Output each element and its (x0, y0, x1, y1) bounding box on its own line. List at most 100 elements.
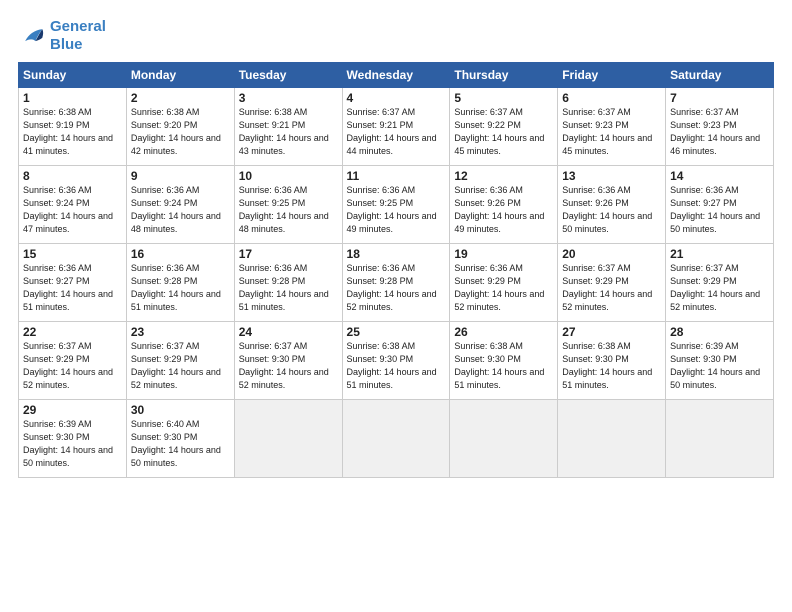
day-cell-24: 24 Sunrise: 6:37 AM Sunset: 9:30 PM Dayl… (234, 322, 342, 400)
day-info: Sunrise: 6:36 AM Sunset: 9:28 PM Dayligh… (239, 262, 338, 314)
empty-cell (666, 400, 774, 478)
day-info: Sunrise: 6:37 AM Sunset: 9:21 PM Dayligh… (347, 106, 446, 158)
day-cell-18: 18 Sunrise: 6:36 AM Sunset: 9:28 PM Dayl… (342, 244, 450, 322)
day-number: 15 (23, 247, 122, 261)
week-row-2: 8 Sunrise: 6:36 AM Sunset: 9:24 PM Dayli… (19, 166, 774, 244)
day-number: 2 (131, 91, 230, 105)
header-sunday: Sunday (19, 63, 127, 88)
day-cell-16: 16 Sunrise: 6:36 AM Sunset: 9:28 PM Dayl… (126, 244, 234, 322)
day-info: Sunrise: 6:37 AM Sunset: 9:22 PM Dayligh… (454, 106, 553, 158)
day-cell-14: 14 Sunrise: 6:36 AM Sunset: 9:27 PM Dayl… (666, 166, 774, 244)
day-number: 6 (562, 91, 661, 105)
header-friday: Friday (558, 63, 666, 88)
logo-text-blue: Blue (50, 36, 106, 54)
header-tuesday: Tuesday (234, 63, 342, 88)
day-info: Sunrise: 6:38 AM Sunset: 9:21 PM Dayligh… (239, 106, 338, 158)
day-cell-21: 21 Sunrise: 6:37 AM Sunset: 9:29 PM Dayl… (666, 244, 774, 322)
day-number: 26 (454, 325, 553, 339)
day-info: Sunrise: 6:36 AM Sunset: 9:24 PM Dayligh… (23, 184, 122, 236)
day-info: Sunrise: 6:36 AM Sunset: 9:25 PM Dayligh… (347, 184, 446, 236)
day-info: Sunrise: 6:38 AM Sunset: 9:19 PM Dayligh… (23, 106, 122, 158)
day-number: 23 (131, 325, 230, 339)
week-row-1: 1 Sunrise: 6:38 AM Sunset: 9:19 PM Dayli… (19, 88, 774, 166)
header-monday: Monday (126, 63, 234, 88)
page: General Blue Sunday Monday Tuesday Wedne… (0, 0, 792, 612)
day-info: Sunrise: 6:37 AM Sunset: 9:30 PM Dayligh… (239, 340, 338, 392)
day-info: Sunrise: 6:38 AM Sunset: 9:30 PM Dayligh… (454, 340, 553, 392)
day-number: 22 (23, 325, 122, 339)
day-cell-12: 12 Sunrise: 6:36 AM Sunset: 9:26 PM Dayl… (450, 166, 558, 244)
day-number: 12 (454, 169, 553, 183)
day-cell-25: 25 Sunrise: 6:38 AM Sunset: 9:30 PM Dayl… (342, 322, 450, 400)
day-number: 4 (347, 91, 446, 105)
day-info: Sunrise: 6:36 AM Sunset: 9:26 PM Dayligh… (562, 184, 661, 236)
logo: General Blue (18, 18, 106, 54)
day-info: Sunrise: 6:36 AM Sunset: 9:27 PM Dayligh… (23, 262, 122, 314)
week-row-4: 22 Sunrise: 6:37 AM Sunset: 9:29 PM Dayl… (19, 322, 774, 400)
day-number: 27 (562, 325, 661, 339)
header-saturday: Saturday (666, 63, 774, 88)
day-cell-28: 28 Sunrise: 6:39 AM Sunset: 9:30 PM Dayl… (666, 322, 774, 400)
day-cell-4: 4 Sunrise: 6:37 AM Sunset: 9:21 PM Dayli… (342, 88, 450, 166)
day-cell-29: 29 Sunrise: 6:39 AM Sunset: 9:30 PM Dayl… (19, 400, 127, 478)
day-cell-30: 30 Sunrise: 6:40 AM Sunset: 9:30 PM Dayl… (126, 400, 234, 478)
day-cell-6: 6 Sunrise: 6:37 AM Sunset: 9:23 PM Dayli… (558, 88, 666, 166)
day-cell-9: 9 Sunrise: 6:36 AM Sunset: 9:24 PM Dayli… (126, 166, 234, 244)
day-cell-10: 10 Sunrise: 6:36 AM Sunset: 9:25 PM Dayl… (234, 166, 342, 244)
day-info: Sunrise: 6:38 AM Sunset: 9:30 PM Dayligh… (347, 340, 446, 392)
day-number: 18 (347, 247, 446, 261)
week-row-5: 29 Sunrise: 6:39 AM Sunset: 9:30 PM Dayl… (19, 400, 774, 478)
day-info: Sunrise: 6:36 AM Sunset: 9:27 PM Dayligh… (670, 184, 769, 236)
day-cell-13: 13 Sunrise: 6:36 AM Sunset: 9:26 PM Dayl… (558, 166, 666, 244)
day-number: 7 (670, 91, 769, 105)
week-row-3: 15 Sunrise: 6:36 AM Sunset: 9:27 PM Dayl… (19, 244, 774, 322)
day-info: Sunrise: 6:36 AM Sunset: 9:28 PM Dayligh… (347, 262, 446, 314)
header-thursday: Thursday (450, 63, 558, 88)
day-info: Sunrise: 6:36 AM Sunset: 9:25 PM Dayligh… (239, 184, 338, 236)
day-info: Sunrise: 6:39 AM Sunset: 9:30 PM Dayligh… (670, 340, 769, 392)
day-cell-7: 7 Sunrise: 6:37 AM Sunset: 9:23 PM Dayli… (666, 88, 774, 166)
day-cell-5: 5 Sunrise: 6:37 AM Sunset: 9:22 PM Dayli… (450, 88, 558, 166)
day-info: Sunrise: 6:36 AM Sunset: 9:24 PM Dayligh… (131, 184, 230, 236)
day-info: Sunrise: 6:37 AM Sunset: 9:23 PM Dayligh… (670, 106, 769, 158)
day-info: Sunrise: 6:37 AM Sunset: 9:29 PM Dayligh… (131, 340, 230, 392)
day-cell-19: 19 Sunrise: 6:36 AM Sunset: 9:29 PM Dayl… (450, 244, 558, 322)
logo-text-general: General (50, 18, 106, 36)
day-info: Sunrise: 6:36 AM Sunset: 9:29 PM Dayligh… (454, 262, 553, 314)
day-number: 17 (239, 247, 338, 261)
day-number: 19 (454, 247, 553, 261)
day-number: 8 (23, 169, 122, 183)
day-cell-11: 11 Sunrise: 6:36 AM Sunset: 9:25 PM Dayl… (342, 166, 450, 244)
empty-cell (558, 400, 666, 478)
empty-cell (234, 400, 342, 478)
day-cell-8: 8 Sunrise: 6:36 AM Sunset: 9:24 PM Dayli… (19, 166, 127, 244)
day-info: Sunrise: 6:37 AM Sunset: 9:23 PM Dayligh… (562, 106, 661, 158)
day-number: 21 (670, 247, 769, 261)
day-number: 16 (131, 247, 230, 261)
day-cell-27: 27 Sunrise: 6:38 AM Sunset: 9:30 PM Dayl… (558, 322, 666, 400)
day-cell-20: 20 Sunrise: 6:37 AM Sunset: 9:29 PM Dayl… (558, 244, 666, 322)
day-number: 13 (562, 169, 661, 183)
day-cell-2: 2 Sunrise: 6:38 AM Sunset: 9:20 PM Dayli… (126, 88, 234, 166)
day-cell-26: 26 Sunrise: 6:38 AM Sunset: 9:30 PM Dayl… (450, 322, 558, 400)
day-number: 29 (23, 403, 122, 417)
day-info: Sunrise: 6:37 AM Sunset: 9:29 PM Dayligh… (562, 262, 661, 314)
day-number: 3 (239, 91, 338, 105)
empty-cell (342, 400, 450, 478)
day-info: Sunrise: 6:36 AM Sunset: 9:28 PM Dayligh… (131, 262, 230, 314)
day-number: 25 (347, 325, 446, 339)
day-number: 30 (131, 403, 230, 417)
day-number: 9 (131, 169, 230, 183)
day-number: 11 (347, 169, 446, 183)
day-info: Sunrise: 6:38 AM Sunset: 9:30 PM Dayligh… (562, 340, 661, 392)
day-info: Sunrise: 6:36 AM Sunset: 9:26 PM Dayligh… (454, 184, 553, 236)
day-info: Sunrise: 6:39 AM Sunset: 9:30 PM Dayligh… (23, 418, 122, 470)
day-cell-23: 23 Sunrise: 6:37 AM Sunset: 9:29 PM Dayl… (126, 322, 234, 400)
weekday-header-row: Sunday Monday Tuesday Wednesday Thursday… (19, 63, 774, 88)
day-info: Sunrise: 6:37 AM Sunset: 9:29 PM Dayligh… (670, 262, 769, 314)
day-number: 1 (23, 91, 122, 105)
day-cell-15: 15 Sunrise: 6:36 AM Sunset: 9:27 PM Dayl… (19, 244, 127, 322)
day-info: Sunrise: 6:38 AM Sunset: 9:20 PM Dayligh… (131, 106, 230, 158)
header: General Blue (18, 18, 774, 54)
day-cell-1: 1 Sunrise: 6:38 AM Sunset: 9:19 PM Dayli… (19, 88, 127, 166)
